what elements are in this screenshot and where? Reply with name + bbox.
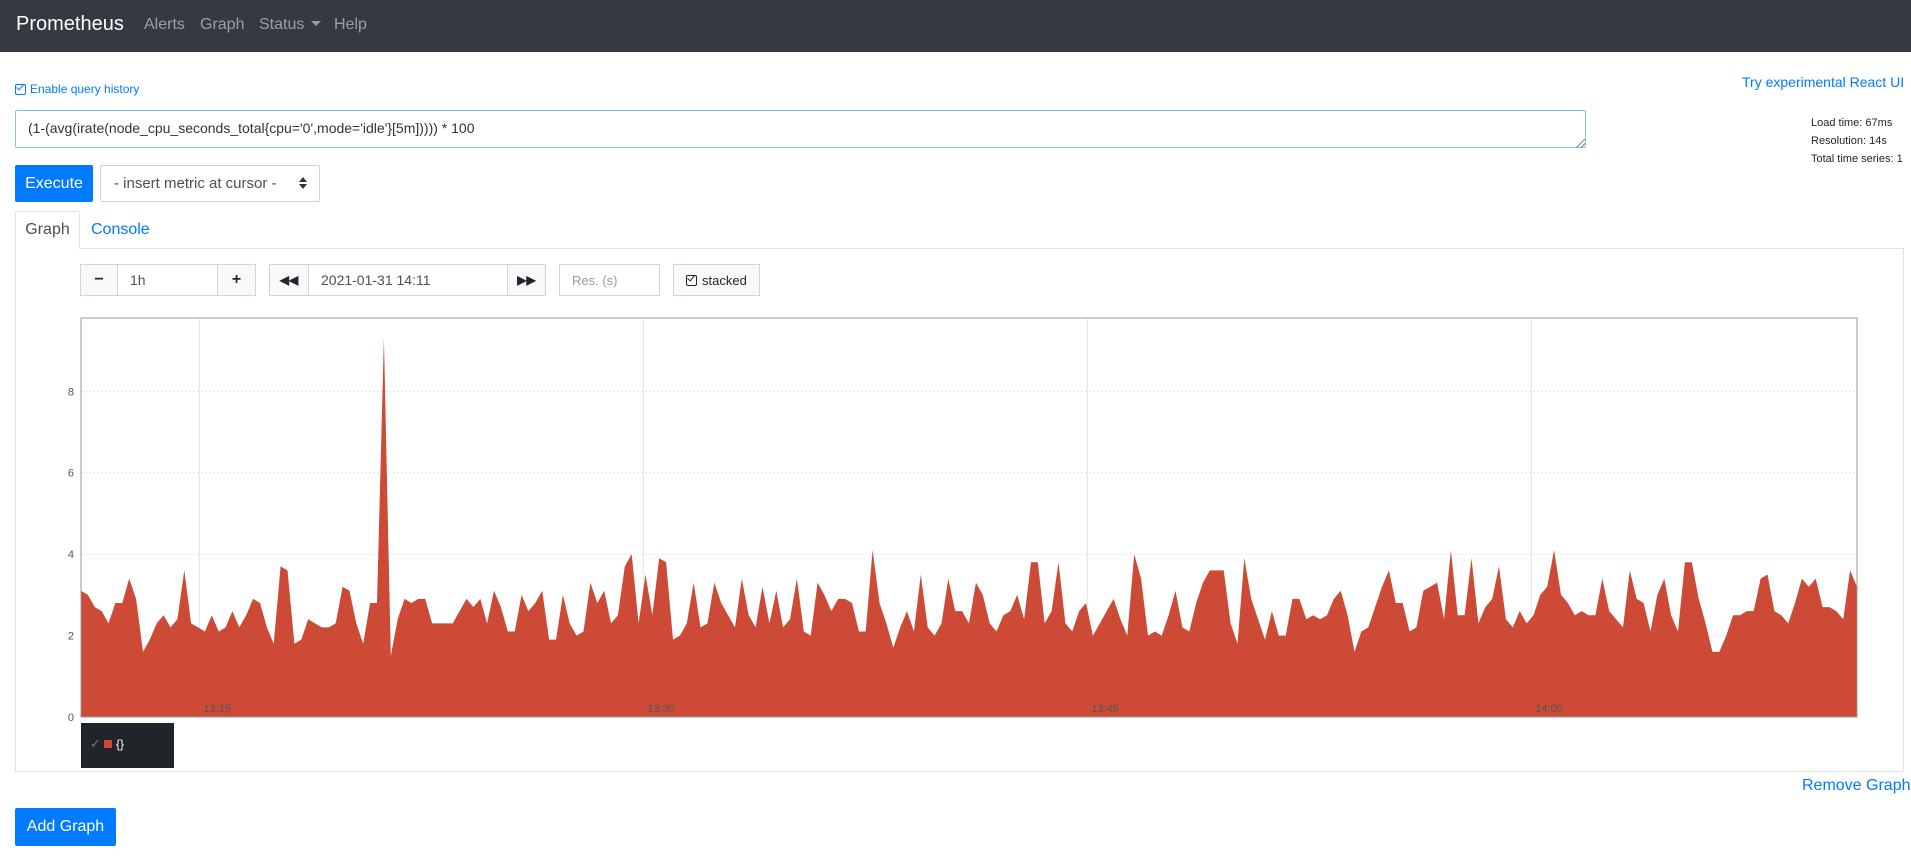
plus-icon: +	[231, 271, 242, 288]
tab-graph[interactable]: Graph	[15, 211, 80, 249]
range-increase-button[interactable]: +	[217, 264, 256, 296]
query-stats: Load time: 67ms Resolution: 14s Total ti…	[1811, 114, 1903, 168]
insert-metric-label: - insert metric at cursor -	[114, 175, 277, 192]
resolution: Resolution: 14s	[1811, 135, 1887, 147]
backward-icon: ◀◀	[279, 273, 299, 287]
legend-swatch	[104, 740, 112, 748]
stacked-toggle[interactable]: stacked	[673, 264, 760, 296]
execute-button[interactable]: Execute	[15, 165, 93, 202]
end-time-input[interactable]: 2021-01-31 14:11	[308, 264, 508, 296]
nav-graph[interactable]: Graph	[200, 16, 244, 34]
brand-link[interactable]: Prometheus	[16, 13, 124, 36]
add-graph-button[interactable]: Add Graph	[15, 808, 116, 846]
range-input[interactable]: 1h	[117, 264, 218, 296]
time-back-button[interactable]: ◀◀	[269, 264, 309, 296]
query-history-toggle[interactable]: Enable query history	[15, 82, 139, 96]
total-time-series: Total time series: 1	[1811, 153, 1903, 165]
chevron-down-icon	[311, 21, 322, 26]
react-ui-link[interactable]: Try experimental React UI	[1742, 74, 1904, 90]
nav-alerts[interactable]: Alerts	[144, 16, 185, 34]
time-forward-button[interactable]: ▶▶	[507, 264, 546, 296]
range-decrease-button[interactable]: −	[80, 264, 118, 296]
nav-help[interactable]: Help	[334, 16, 367, 34]
tab-console[interactable]: Console	[91, 221, 150, 239]
remove-graph-link[interactable]: Remove Graph	[1802, 777, 1911, 795]
check-square-icon	[15, 83, 26, 95]
top-navbar: Prometheus Alerts Graph Status Help	[0, 0, 1911, 52]
resolution-input[interactable]: Res. (s)	[559, 264, 660, 296]
insert-metric-select[interactable]: - insert metric at cursor -	[100, 165, 320, 202]
check-icon: ✓	[90, 736, 101, 751]
graph-legend[interactable]: ✓ {}	[81, 723, 174, 768]
query-history-label: Enable query history	[30, 82, 140, 96]
sort-icon	[299, 177, 307, 189]
graph-panel	[15, 248, 1904, 772]
resize-handle-icon[interactable]	[1576, 139, 1585, 148]
check-square-icon	[686, 274, 697, 286]
minus-icon: −	[94, 271, 104, 288]
nav-status-label: Status	[259, 16, 305, 33]
load-time: Load time: 67ms	[1811, 117, 1893, 129]
expression-input[interactable]: (1-(avg(irate(node_cpu_seconds_total{cpu…	[15, 110, 1586, 148]
legend-label: {}	[116, 737, 125, 751]
nav-status[interactable]: Status	[259, 16, 322, 34]
forward-icon: ▶▶	[517, 273, 536, 287]
stacked-label: stacked	[702, 272, 747, 288]
